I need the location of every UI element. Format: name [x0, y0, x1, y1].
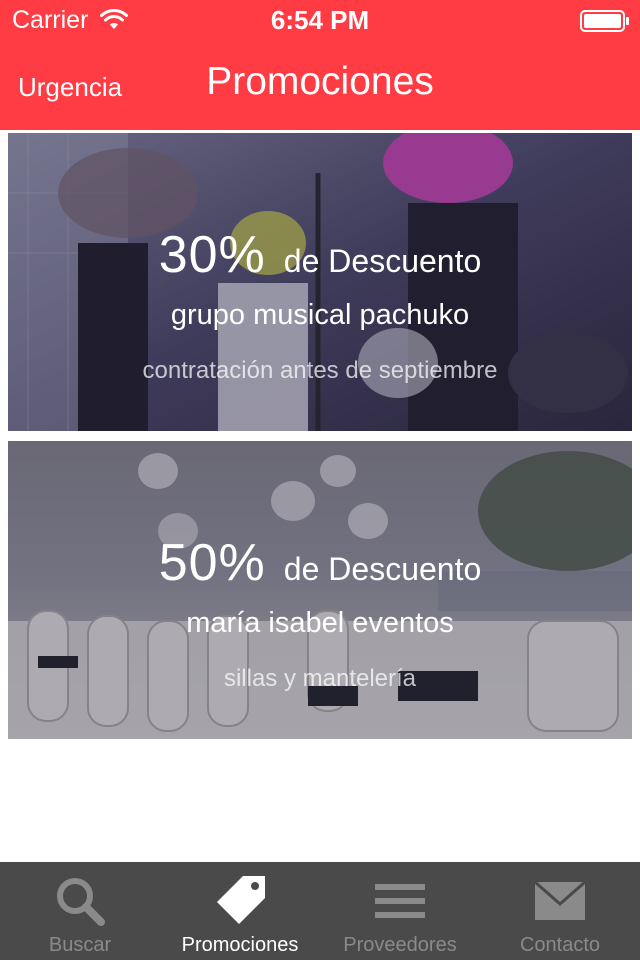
promo-percent: 50%	[158, 534, 266, 592]
promo-list: 30% de Descuento grupo musical pachuko c…	[8, 133, 632, 749]
status-time: 6:54 PM	[270, 5, 370, 35]
promo-detail: sillas y mantelería	[223, 665, 417, 692]
promo-headline: 30% de Descuento	[8, 225, 632, 285]
promo-content: 30% de Descuento grupo musical pachuko c…	[8, 133, 632, 431]
tab-bar: Buscar Promociones Proveedores Contacto	[0, 862, 640, 960]
promo-label: de Descuento	[283, 243, 482, 279]
promo-name: maría isabel eventos	[186, 607, 454, 639]
envelope-icon	[534, 880, 586, 920]
tab-promociones[interactable]: Promociones	[160, 862, 320, 960]
battery-icon	[580, 10, 629, 32]
tag-icon	[217, 876, 265, 924]
promo-headline: 50% de Descuento	[8, 533, 632, 593]
screen: Carrier 6:54 PM Urgencia Promociones 30%…	[0, 0, 640, 960]
tab-label: Proveedores	[343, 934, 457, 956]
header: Carrier 6:54 PM Urgencia Promociones	[0, 0, 640, 130]
promo-content: 50% de Descuento maría isabel eventos si…	[8, 441, 632, 739]
list-icon	[375, 884, 425, 918]
promo-name: grupo musical pachuko	[170, 299, 470, 331]
promo-card[interactable]: 30% de Descuento grupo musical pachuko c…	[8, 133, 632, 431]
page-title: Promociones	[206, 60, 434, 103]
promo-card[interactable]: 50% de Descuento maría isabel eventos si…	[8, 441, 632, 739]
promo-percent: 30%	[158, 226, 266, 284]
tab-label: Promociones	[181, 934, 299, 956]
tab-label: Contacto	[519, 934, 601, 956]
promo-detail: contratación antes de septiembre	[142, 357, 498, 384]
tab-label: Buscar	[48, 934, 112, 956]
tab-buscar[interactable]: Buscar	[0, 862, 160, 960]
promo-label: de Descuento	[283, 551, 482, 587]
tab-contacto[interactable]: Contacto	[480, 862, 640, 960]
search-icon	[57, 878, 105, 926]
tab-proveedores[interactable]: Proveedores	[320, 862, 480, 960]
navigation-bar: Urgencia Promociones	[0, 40, 640, 130]
status-bar: Carrier 6:54 PM	[0, 0, 640, 40]
